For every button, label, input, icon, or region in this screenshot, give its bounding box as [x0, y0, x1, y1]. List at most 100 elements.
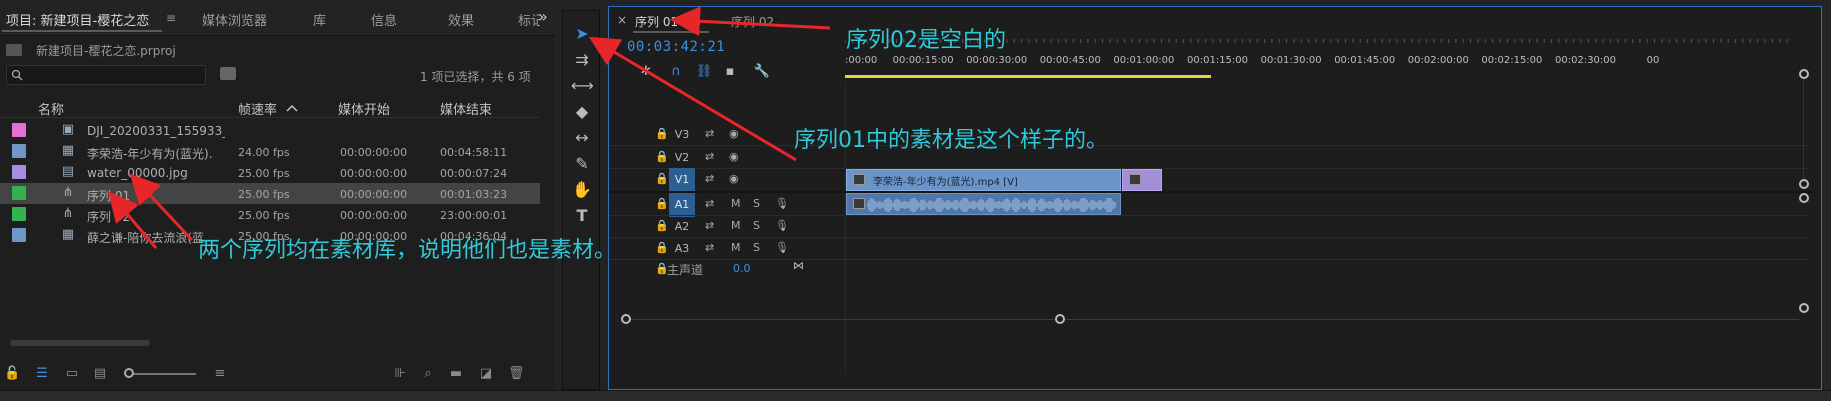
new-item-icon[interactable]: ◪ [478, 366, 494, 382]
sort-ascending-icon[interactable] [286, 104, 298, 112]
audio-clip[interactable] [846, 193, 1121, 215]
sync-lock-icon[interactable]: ⇄ [705, 127, 714, 140]
item-media-end: 23:00:00:01 [440, 209, 508, 222]
project-item-row[interactable]: ⋔ 序列 02 25.00 fps 00:00:00:00 23:00:00:01 [0, 204, 540, 225]
label-color-swatch[interactable] [12, 144, 26, 158]
sort-icons-icon[interactable]: ≡ [212, 366, 228, 382]
project-item-row[interactable]: ⋔ 序列 01 25.00 fps 00:00:00:00 00:01:03:23 [0, 183, 540, 204]
timeline-hscroll-handle-right[interactable] [1055, 314, 1065, 324]
microphone-icon[interactable]: 🎙 [775, 241, 789, 254]
tab-info[interactable]: 信息 [371, 10, 397, 29]
audio-vscroll-handle-bottom[interactable] [1799, 303, 1809, 313]
zoom-slider-handle[interactable] [124, 368, 134, 378]
project-item-row[interactable]: ▤ water_00000.jpg 25.00 fps 00:00:00:00 00:0… [0, 162, 540, 183]
freeform-view-icon[interactable]: ▤ [92, 366, 108, 382]
playhead-timecode[interactable]: 00:03:42:21 [627, 39, 725, 55]
mute-button[interactable]: M [731, 241, 741, 254]
master-volume-value[interactable]: 0.0 [733, 262, 751, 275]
trash-icon[interactable]: 🗑 [508, 366, 525, 382]
track-name-v1[interactable]: V1 [669, 168, 695, 192]
sync-lock-icon[interactable]: ⇄ [705, 241, 714, 254]
snap-icon[interactable]: ∩ [667, 63, 685, 81]
track-lock-icon[interactable]: 🔒 [655, 172, 669, 185]
column-media-end[interactable]: 媒体结束 [440, 99, 492, 118]
selection-tool-icon[interactable]: ➤ [571, 23, 593, 45]
label-color-swatch[interactable] [12, 207, 26, 221]
solo-button[interactable]: S [753, 219, 760, 232]
column-media-start[interactable]: 媒体开始 [338, 99, 390, 118]
track-lock-icon[interactable]: 🔒 [655, 127, 669, 140]
panel-overflow-icon[interactable]: » [538, 7, 548, 26]
type-tool-icon[interactable]: T [571, 205, 593, 227]
column-frame-rate[interactable]: 帧速率 [238, 99, 277, 118]
microphone-icon[interactable]: 🎙 [775, 219, 789, 232]
sync-lock-icon[interactable]: ⇄ [705, 219, 714, 232]
icon-view-icon[interactable]: ▭ [64, 366, 80, 382]
track-name-v3[interactable]: V3 [669, 123, 695, 147]
video-vscroll-handle-top[interactable] [1799, 69, 1809, 79]
new-bin-icon[interactable]: ▬ [448, 366, 464, 382]
label-color-swatch[interactable] [12, 165, 26, 179]
eye-icon[interactable]: ◉ [729, 150, 739, 163]
audio-vscroll-handle-top[interactable] [1799, 193, 1809, 203]
eye-icon[interactable]: ◉ [729, 127, 739, 140]
sync-lock-icon[interactable]: ⇄ [705, 172, 714, 185]
tab-media-browser[interactable]: 媒体浏览器 [202, 10, 267, 29]
video-vscroll-handle-bottom[interactable] [1799, 179, 1809, 189]
slip-tool-icon[interactable]: ↔ [571, 127, 593, 149]
lock-icon[interactable]: 🔓 [4, 366, 20, 382]
column-name[interactable]: 名称 [38, 99, 64, 118]
label-color-swatch[interactable] [12, 228, 26, 242]
tab-sequence-01[interactable]: 序列 01 [635, 13, 678, 30]
video-clip[interactable]: 李荣浩-年少有为(蓝光).mp4 [V] [846, 169, 1121, 191]
track-lock-icon[interactable]: 🔒 [655, 150, 669, 163]
track-lock-icon[interactable]: 🔒 [655, 219, 669, 232]
list-view-icon[interactable]: ☰ [34, 366, 50, 382]
work-area-bar[interactable] [845, 75, 1211, 78]
project-tab-menu-icon[interactable]: ≡ [166, 11, 176, 25]
tab-sequence-02[interactable]: 序列 02 [731, 13, 774, 30]
track-lock-icon[interactable]: 🔒 [655, 197, 669, 210]
mute-button[interactable]: M [731, 197, 741, 210]
label-color-swatch[interactable] [12, 186, 26, 200]
video-clip-2[interactable] [1122, 169, 1162, 191]
project-horizontal-scrollbar[interactable] [10, 340, 150, 346]
tab-markers[interactable]: 标记 [518, 10, 540, 29]
ripple-edit-tool-icon[interactable]: ⟷ [571, 75, 594, 97]
search-input[interactable] [6, 65, 206, 85]
add-marker-icon[interactable]: ▪ [721, 63, 739, 81]
eye-icon[interactable]: ◉ [729, 172, 739, 185]
tab-project[interactable]: 项目: 新建项目-樱花之恋 [6, 10, 149, 29]
zoom-slider[interactable] [126, 373, 196, 375]
label-color-swatch[interactable] [12, 123, 26, 137]
tab-effects[interactable]: 效果 [448, 10, 474, 29]
track-name-v2[interactable]: V2 [669, 146, 695, 170]
solo-button[interactable]: S [753, 197, 760, 210]
timeline-hscroll-handle-left[interactable] [621, 314, 631, 324]
timeline-settings-icon[interactable]: 🔧 [753, 63, 771, 81]
microphone-icon[interactable]: 🎙 [775, 197, 789, 210]
track-select-tool-icon[interactable]: ⇉ [571, 49, 593, 71]
go-to-edit-point-icon[interactable]: ⋈ [793, 259, 804, 272]
razor-tool-icon[interactable]: ◆ [571, 101, 593, 123]
project-item-row[interactable]: ▣ DJI_20200331_155933_68.j [0, 120, 540, 141]
close-tab-icon[interactable]: × [617, 13, 627, 27]
automate-to-sequence-icon[interactable]: ⊪ [392, 366, 408, 382]
track-name-a2[interactable]: A2 [669, 215, 695, 239]
new-search-bin-icon[interactable] [220, 67, 236, 80]
sync-lock-icon[interactable]: ⇄ [705, 197, 714, 210]
hand-tool-icon[interactable]: ✋ [571, 179, 593, 201]
solo-button[interactable]: S [753, 241, 760, 254]
tab-libraries[interactable]: 库 [313, 10, 326, 29]
track-name-a3[interactable]: A3 [669, 237, 695, 261]
linked-selection-icon[interactable]: ⛓ [695, 63, 713, 81]
project-item-row[interactable]: ▦ 李荣浩-年少有为(蓝光). 24.00 fps 00:00:00:00 00:04:… [0, 141, 540, 162]
pen-tool-icon[interactable]: ✎ [571, 153, 593, 175]
mute-button[interactable]: M [731, 219, 741, 232]
track-name-a1[interactable]: A1 [669, 193, 695, 217]
sequence-tab-menu-icon[interactable]: ≡ [691, 13, 701, 27]
track-lock-icon[interactable]: 🔒 [655, 241, 669, 254]
sync-lock-icon[interactable]: ⇄ [705, 150, 714, 163]
nest-toggle-icon[interactable]: ✲ [637, 63, 655, 81]
find-icon[interactable]: ⌕ [420, 366, 436, 382]
